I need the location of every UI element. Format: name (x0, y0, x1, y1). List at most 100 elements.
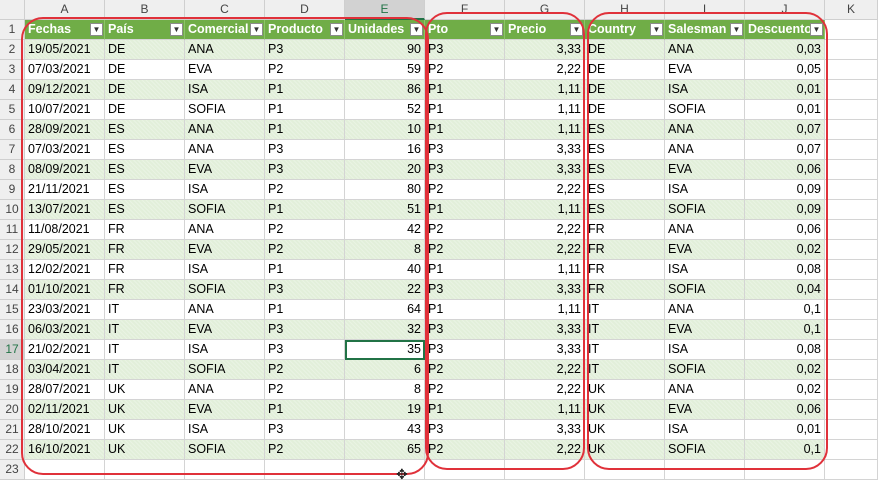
table1-cell[interactable]: EVA (185, 320, 265, 340)
row-header[interactable]: 10 (0, 200, 25, 220)
table3-cell[interactable]: SOFIA (665, 440, 745, 460)
table3-cell[interactable] (745, 460, 825, 480)
table1-cell[interactable]: 22 (345, 280, 425, 300)
table1-cell[interactable]: 01/10/2021 (25, 280, 105, 300)
table2-cell[interactable]: 2,22 (505, 360, 585, 380)
table2-cell[interactable]: P1 (425, 400, 505, 420)
table1-cell[interactable]: EVA (185, 60, 265, 80)
table3-cell[interactable]: EVA (665, 320, 745, 340)
table1-cell[interactable]: 51 (345, 200, 425, 220)
table1-cell[interactable]: 23/03/2021 (25, 300, 105, 320)
table3-cell[interactable]: FR (585, 280, 665, 300)
table1-cell[interactable]: 52 (345, 100, 425, 120)
table3-cell[interactable]: SOFIA (665, 360, 745, 380)
row-header[interactable]: 16 (0, 320, 25, 340)
table3-cell[interactable]: 0,1 (745, 320, 825, 340)
row-header[interactable]: 4 (0, 80, 25, 100)
table1-cell[interactable]: P3 (265, 420, 345, 440)
table3-cell[interactable]: 0,1 (745, 300, 825, 320)
table1-cell[interactable]: P3 (265, 320, 345, 340)
table1-cell[interactable]: P1 (265, 200, 345, 220)
table2-cell[interactable]: P2 (425, 440, 505, 460)
table1-header-cell[interactable]: Comercial ▼ (185, 20, 265, 40)
table2-cell[interactable]: P1 (425, 100, 505, 120)
row-header[interactable]: 8 (0, 160, 25, 180)
table1-cell[interactable]: SOFIA (185, 360, 265, 380)
row-header[interactable]: 12 (0, 240, 25, 260)
table1-cell[interactable]: EVA (185, 400, 265, 420)
table1-cell[interactable]: 40 (345, 260, 425, 280)
empty-cell[interactable] (825, 440, 878, 460)
table3-cell[interactable]: ANA (665, 40, 745, 60)
empty-cell[interactable] (825, 60, 878, 80)
table2-cell[interactable]: P1 (425, 80, 505, 100)
row-header[interactable]: 22 (0, 440, 25, 460)
row-header[interactable]: 14 (0, 280, 25, 300)
table1-cell[interactable]: P2 (265, 60, 345, 80)
table1-cell[interactable]: P1 (265, 80, 345, 100)
empty-cell[interactable] (825, 140, 878, 160)
table1-cell[interactable]: 10/07/2021 (25, 100, 105, 120)
table2-cell[interactable]: 3,33 (505, 340, 585, 360)
table3-cell[interactable]: ES (585, 140, 665, 160)
table1-cell[interactable]: 8 (345, 380, 425, 400)
chevron-down-icon[interactable]: ▼ (570, 23, 583, 36)
table1-cell[interactable]: 43 (345, 420, 425, 440)
table1-cell[interactable]: FR (105, 280, 185, 300)
row-header[interactable]: 23 (0, 460, 25, 480)
table1-cell[interactable]: ANA (185, 140, 265, 160)
table3-cell[interactable]: DE (585, 40, 665, 60)
table1-cell[interactable]: ISA (185, 420, 265, 440)
table1-cell[interactable]: 21/02/2021 (25, 340, 105, 360)
table1-cell[interactable] (185, 460, 265, 480)
table2-cell[interactable]: P2 (425, 180, 505, 200)
table3-cell[interactable]: 0,01 (745, 100, 825, 120)
table1-cell[interactable]: 59 (345, 60, 425, 80)
table1-cell[interactable]: P3 (265, 140, 345, 160)
table1-cell[interactable]: P3 (265, 40, 345, 60)
row-header[interactable]: 5 (0, 100, 25, 120)
table1-cell[interactable]: ANA (185, 40, 265, 60)
row-header[interactable]: 1 (0, 20, 25, 40)
table1-cell[interactable]: DE (105, 60, 185, 80)
table3-cell[interactable]: 0,02 (745, 240, 825, 260)
table1-cell[interactable]: 80 (345, 180, 425, 200)
table2-cell[interactable]: 1,11 (505, 120, 585, 140)
table3-cell[interactable]: 0,1 (745, 440, 825, 460)
empty-cell[interactable] (825, 400, 878, 420)
table3-cell[interactable]: EVA (665, 240, 745, 260)
table3-cell[interactable]: ANA (665, 380, 745, 400)
table1-cell[interactable]: UK (105, 380, 185, 400)
table1-cell[interactable]: 02/11/2021 (25, 400, 105, 420)
table3-cell[interactable]: UK (585, 400, 665, 420)
table2-cell[interactable]: P3 (425, 160, 505, 180)
table3-header-cell[interactable]: Country ▼ (585, 20, 665, 40)
table1-cell[interactable]: P1 (265, 300, 345, 320)
table2-cell[interactable]: P3 (425, 140, 505, 160)
table1-cell[interactable]: EVA (185, 160, 265, 180)
table1-cell[interactable]: ES (105, 140, 185, 160)
empty-cell[interactable] (825, 300, 878, 320)
table1-header-cell[interactable]: Producto ▼ (265, 20, 345, 40)
table3-cell[interactable]: 0,03 (745, 40, 825, 60)
table2-cell[interactable]: 3,33 (505, 420, 585, 440)
table1-cell[interactable]: P3 (265, 340, 345, 360)
table1-cell[interactable]: P3 (265, 280, 345, 300)
table1-cell[interactable]: 03/04/2021 (25, 360, 105, 380)
table1-cell[interactable]: 86 (345, 80, 425, 100)
table3-cell[interactable]: ES (585, 160, 665, 180)
table1-cell[interactable]: 6 (345, 360, 425, 380)
table2-cell[interactable]: 1,11 (505, 80, 585, 100)
table2-cell[interactable]: 2,22 (505, 60, 585, 80)
empty-cell[interactable] (825, 160, 878, 180)
table2-cell[interactable]: P1 (425, 300, 505, 320)
table3-cell[interactable]: ANA (665, 120, 745, 140)
table1-cell[interactable]: FR (105, 220, 185, 240)
empty-cell[interactable] (825, 420, 878, 440)
table1-cell[interactable]: 32 (345, 320, 425, 340)
empty-cell[interactable] (825, 40, 878, 60)
table3-cell[interactable]: DE (585, 80, 665, 100)
table1-cell[interactable]: IT (105, 320, 185, 340)
table3-cell[interactable]: 0,06 (745, 220, 825, 240)
table3-cell[interactable]: ANA (665, 220, 745, 240)
